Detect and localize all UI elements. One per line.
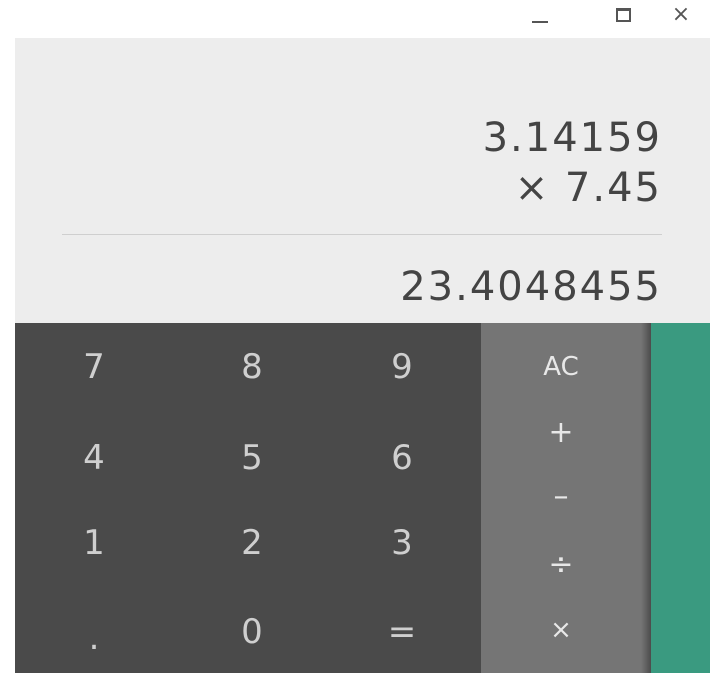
subtract-button[interactable]: – — [481, 475, 641, 517]
minimize-button[interactable] — [523, 0, 557, 30]
expression-line-2: × 7.45 — [514, 165, 662, 211]
title-bar: × — [0, 0, 710, 38]
key-6[interactable]: 6 — [323, 414, 481, 501]
close-button[interactable]: × — [664, 0, 698, 30]
key-4[interactable]: 4 — [15, 414, 173, 501]
key-3[interactable]: 3 — [323, 499, 481, 586]
key-decimal[interactable]: . — [15, 594, 173, 681]
key-1[interactable]: 1 — [15, 499, 173, 586]
key-8[interactable]: 8 — [173, 323, 331, 410]
expression-line-1: 3.14159 — [482, 115, 662, 161]
key-equals[interactable]: = — [323, 588, 481, 675]
divide-button[interactable]: ÷ — [481, 543, 641, 585]
key-2[interactable]: 2 — [173, 499, 331, 586]
maximize-button[interactable] — [606, 0, 640, 30]
multiply-button[interactable]: × — [481, 609, 641, 651]
advanced-functions-panel[interactable] — [651, 323, 710, 673]
key-0[interactable]: 0 — [173, 588, 331, 675]
operator-panel: AC + – ÷ × — [481, 323, 651, 673]
display-divider — [62, 234, 662, 235]
key-9[interactable]: 9 — [323, 323, 481, 410]
clear-button[interactable]: AC — [481, 341, 641, 393]
calculator-display: 3.14159 × 7.45 23.4048455 — [15, 38, 710, 323]
operator-panel-shadow — [641, 323, 651, 673]
calculator-window: × 3.14159 × 7.45 23.4048455 7 8 9 4 5 6 … — [0, 0, 710, 673]
add-button[interactable]: + — [481, 411, 641, 453]
key-7[interactable]: 7 — [15, 323, 173, 410]
key-5[interactable]: 5 — [173, 414, 331, 501]
result-display: 23.4048455 — [400, 264, 662, 310]
numeric-keypad: 7 8 9 4 5 6 1 2 3 . 0 = — [15, 323, 481, 673]
